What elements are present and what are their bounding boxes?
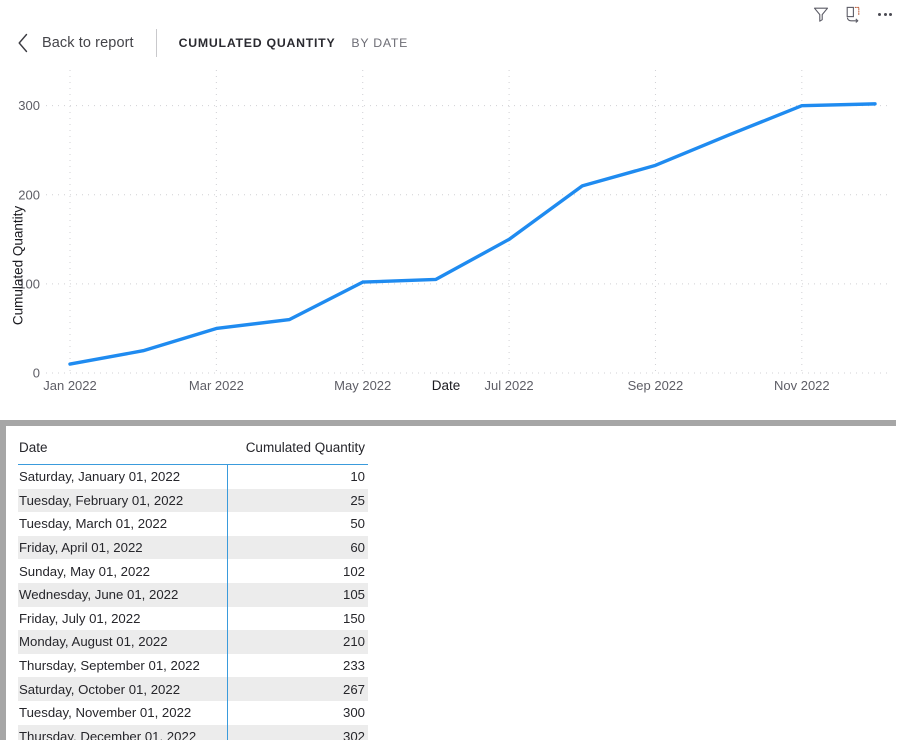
table-row[interactable]: Friday, April 01, 2022 60 (18, 535, 368, 560)
table-row[interactable]: Saturday, October 01, 2022 267 (18, 677, 368, 701)
cell-date[interactable]: Monday, August 01, 2022 (18, 630, 228, 654)
table-row[interactable]: Tuesday, March 01, 2022 50 (18, 512, 368, 536)
chart-gridlines (46, 70, 890, 374)
cell-cumulated-quantity[interactable]: 50 (226, 512, 368, 536)
ellipsis-dot (878, 12, 881, 16)
column-header-date[interactable]: Date (18, 436, 228, 465)
cell-date[interactable]: Sunday, May 01, 2022 (18, 559, 228, 583)
cell-cumulated-quantity[interactable]: 102 (226, 559, 368, 583)
cell-cumulated-quantity[interactable]: 267 (226, 677, 368, 701)
y-axis-tick-label: 300 (18, 98, 40, 113)
cell-cumulated-quantity[interactable]: 302 (226, 724, 368, 740)
cell-cumulated-quantity[interactable]: 150 (226, 606, 368, 631)
ellipsis-dot (883, 12, 887, 16)
table-panel-border: Date Cumulated Quantity Saturday, Januar… (0, 420, 896, 740)
cell-cumulated-quantity[interactable]: 10 (226, 464, 368, 489)
back-to-report-link[interactable]: Back to report (42, 35, 134, 51)
cell-date[interactable]: Friday, April 01, 2022 (18, 535, 228, 560)
report-page: Back to report CUMULATED QUANTITY BY DAT… (0, 0, 904, 740)
table-body: Saturday, January 01, 2022 10 Tuesday, Feb… (18, 464, 368, 740)
table-header-row: Date Cumulated Quantity (18, 436, 368, 465)
more-options-icon[interactable] (874, 3, 896, 25)
table-row[interactable]: Monday, August 01, 2022 210 (18, 630, 368, 654)
cell-cumulated-quantity[interactable]: 105 (226, 582, 368, 607)
header-icon-group (810, 2, 896, 26)
column-header-cumulated-quantity[interactable]: Cumulated Quantity (227, 436, 368, 465)
cell-cumulated-quantity[interactable]: 300 (226, 700, 368, 725)
table-row[interactable]: Saturday, January 01, 2022 10 (18, 464, 368, 489)
header-navigation-bar: Back to report CUMULATED QUANTITY BY DAT… (0, 26, 408, 60)
cell-date[interactable]: Saturday, January 01, 2022 (18, 464, 228, 489)
chart-canvas: 0100200300Jan 2022 Mar 2022 May 2022 Jul 20… (18, 70, 890, 393)
cell-date[interactable]: Friday, July 01, 2022 (18, 606, 228, 631)
cell-cumulated-quantity[interactable]: 233 (226, 653, 368, 678)
data-table[interactable]: Date Cumulated Quantity Saturday, Januar… (18, 436, 368, 740)
cell-date[interactable]: Tuesday, March 01, 2022 (18, 512, 228, 536)
cell-cumulated-quantity[interactable]: 60 (226, 535, 368, 560)
x-axis-title: Date (0, 378, 904, 393)
filter-icon[interactable] (810, 3, 832, 25)
cell-date[interactable]: Saturday, October 01, 2022 (18, 677, 228, 701)
table-row[interactable]: Friday, July 01, 2022 150 (18, 606, 368, 631)
page-title: CUMULATED QUANTITY (178, 36, 336, 50)
cell-cumulated-quantity[interactable]: 210 (226, 630, 368, 654)
chart-line-series[interactable] (68, 102, 877, 366)
x-axis-title-text: Date (431, 378, 461, 393)
cell-date[interactable]: Tuesday, February 01, 2022 (18, 488, 228, 513)
cell-date[interactable]: Wednesday, June 01, 2022 (18, 582, 228, 607)
focus-mode-icon[interactable] (842, 3, 864, 25)
ellipsis-dot (889, 12, 892, 16)
table-row[interactable]: Thursday, September 01, 2022 233 (18, 653, 368, 678)
header-divider (155, 29, 157, 57)
table-head: Date Cumulated Quantity (18, 436, 368, 465)
y-axis-title: Cumulated Quantity (10, 205, 26, 326)
cell-date[interactable]: Thursday, December 01, 2022 (18, 724, 228, 740)
cell-cumulated-quantity[interactable]: 25 (226, 488, 368, 513)
table-row[interactable]: Wednesday, June 01, 2022 105 (18, 582, 368, 607)
table-row[interactable]: Sunday, May 01, 2022 102 (18, 559, 368, 583)
table-panel[interactable]: Date Cumulated Quantity Saturday, Januar… (6, 426, 896, 740)
line-chart[interactable]: 0 100 200 300 Jan 2022 Mar 2022 May 2022 Jul 20… (0, 62, 904, 414)
cell-date[interactable]: Thursday, September 01, 2022 (18, 653, 228, 678)
table-row[interactable]: Tuesday, February 01, 2022 25 (18, 488, 368, 513)
chevron-left-icon[interactable] (14, 32, 32, 54)
page-subtitle: BY DATE (351, 36, 409, 50)
cell-date[interactable]: Tuesday, November 01, 2022 (18, 700, 228, 725)
report-header: Back to report CUMULATED QUANTITY BY DAT… (0, 0, 904, 66)
table-row[interactable]: Thursday, December 01, 2022 302 (18, 724, 368, 740)
table-row[interactable]: Tuesday, November 01, 2022 300 (18, 700, 368, 725)
